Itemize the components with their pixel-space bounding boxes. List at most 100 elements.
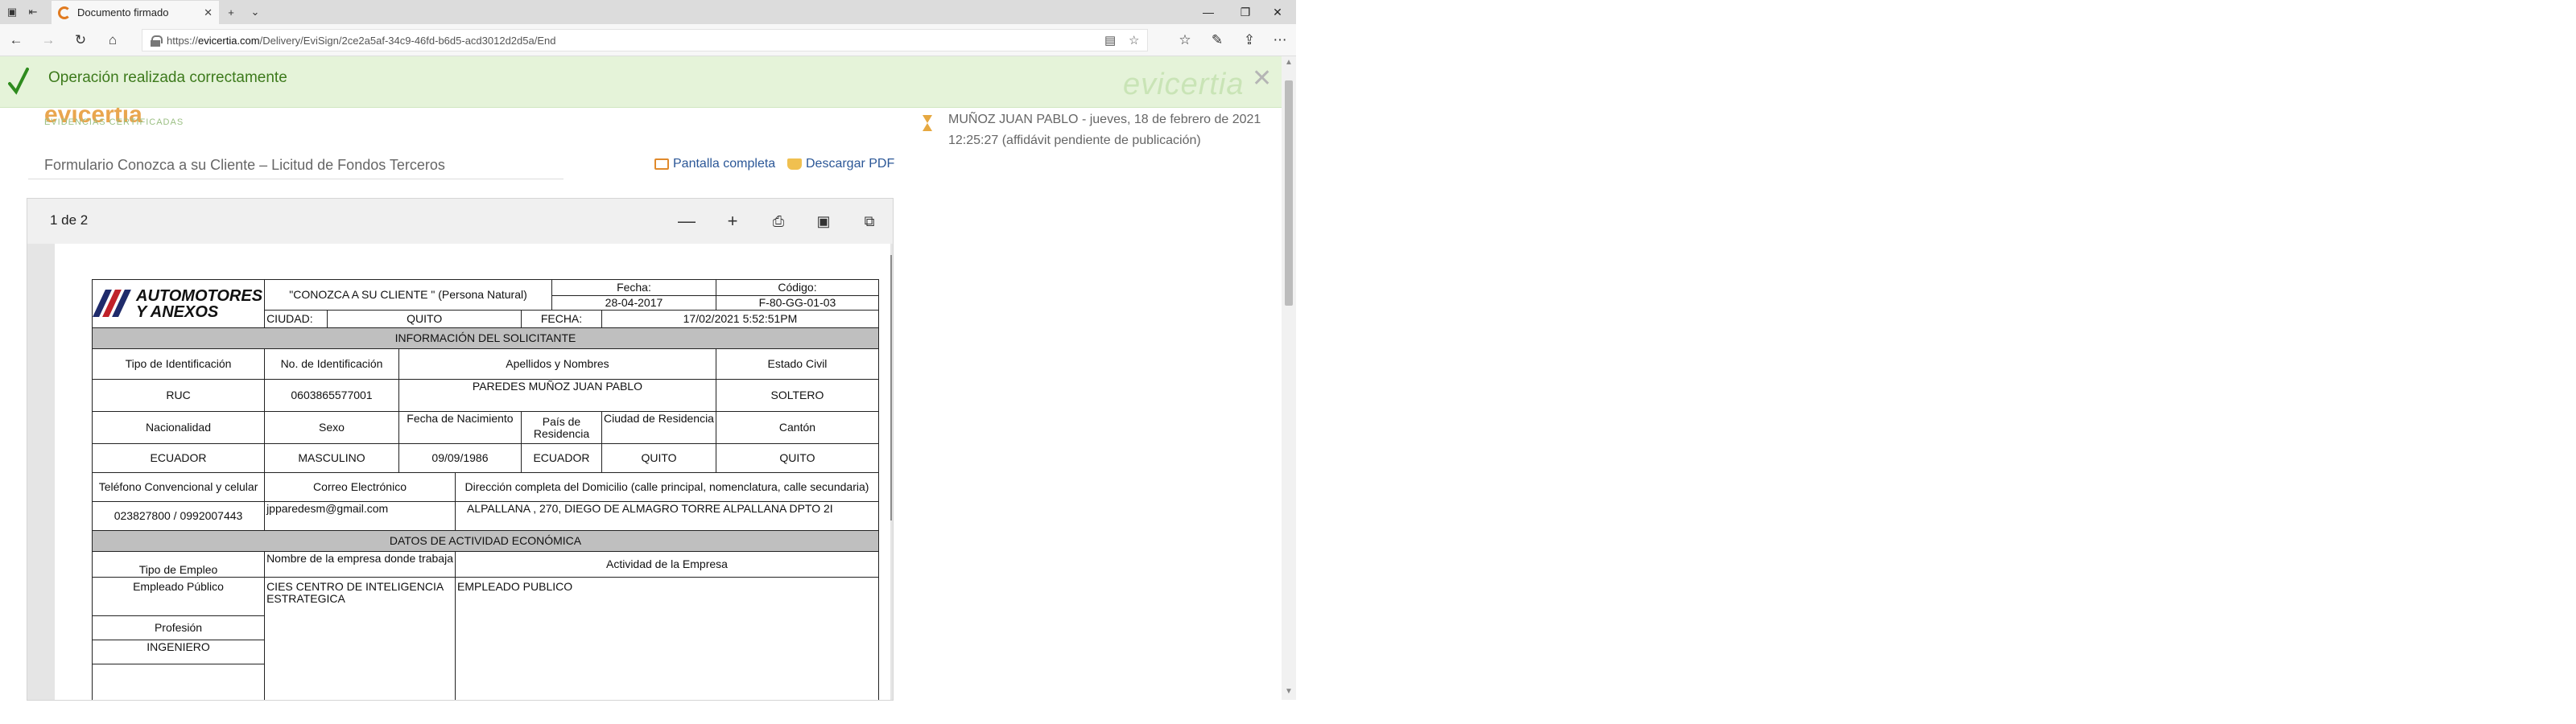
refresh-icon[interactable]: ↻ bbox=[66, 24, 95, 56]
pdf-toolbar: 1 de 2 — + ⎙ ▣ ⧉ bbox=[27, 199, 893, 244]
v-nacionalidad: ECUADOR bbox=[91, 443, 266, 473]
lock-icon bbox=[151, 35, 163, 47]
h-empresa: Nombre de la empresa donde trabaja bbox=[264, 551, 456, 578]
url-prefix: https:// bbox=[167, 34, 199, 47]
full-screen-link[interactable]: Pantalla completa bbox=[654, 157, 775, 171]
section-solicitante: INFORMACIÓN DEL SOLICITANTE bbox=[92, 327, 879, 349]
empty-cell bbox=[91, 664, 266, 700]
v-actividad: EMPLEADO PUBLICO bbox=[454, 577, 879, 700]
scrollbar-thumb[interactable] bbox=[1285, 80, 1293, 306]
reading-view-icon[interactable]: ▤ bbox=[1104, 33, 1116, 47]
more-menu-icon[interactable]: ⋯ bbox=[1265, 24, 1294, 56]
pen-notes-icon[interactable]: ✎ bbox=[1203, 24, 1232, 56]
h-sexo: Sexo bbox=[264, 411, 399, 444]
company-logo: AUTOMOTORES Y ANEXOS bbox=[91, 279, 266, 328]
save-icon[interactable]: ▣ bbox=[811, 208, 836, 234]
fecha2-label: FECHA: bbox=[520, 310, 602, 328]
v-pais-residencia: ECUADOR bbox=[520, 443, 602, 473]
h-nacionalidad: Nacionalidad bbox=[91, 411, 266, 444]
set-tabs-aside-icon[interactable]: ⇤ bbox=[24, 0, 42, 24]
h-tipo-empleo: Tipo de Empleo bbox=[91, 551, 266, 578]
full-screen-icon bbox=[654, 158, 669, 170]
full-screen-label: Pantalla completa bbox=[673, 157, 776, 171]
zoom-in-icon[interactable]: + bbox=[720, 208, 745, 234]
logo-stripes-icon bbox=[93, 289, 133, 319]
pdf-page: AUTOMOTORES Y ANEXOS "CONOZCA A SU CLIENT… bbox=[55, 244, 890, 700]
download-icon bbox=[787, 158, 802, 170]
h-nombres: Apellidos y Nombres bbox=[398, 348, 716, 380]
codigo-label: Código: bbox=[715, 279, 879, 296]
new-tab-icon[interactable]: + bbox=[222, 0, 240, 24]
checkmark-icon bbox=[8, 68, 29, 95]
url-path: /Delivery/EviSign/2ce2a5af-34c9-46fd-b6d… bbox=[259, 34, 556, 47]
h-tipo-id: Tipo de Identificación bbox=[91, 348, 266, 380]
tab-actions-icon[interactable]: ▣ bbox=[3, 0, 21, 24]
close-banner-icon[interactable]: ✕ bbox=[1252, 64, 1272, 93]
ciudad-label: CIUDAD: bbox=[264, 310, 328, 328]
client-form-table: AUTOMOTORES Y ANEXOS "CONOZCA A SU CLIENT… bbox=[91, 279, 879, 700]
title-bar: ▣ ⇤ Documento firmado ✕ + ⌄ — ❐ ✕ bbox=[0, 0, 1296, 24]
ciudad-value: QUITO bbox=[327, 310, 522, 328]
zoom-out-icon[interactable]: — bbox=[674, 208, 700, 234]
fecha-value: 28-04-2017 bbox=[551, 295, 716, 311]
share-icon[interactable]: ⇪ bbox=[1235, 24, 1264, 56]
h-correo: Correo Electrónico bbox=[264, 472, 456, 502]
browser-window: ▣ ⇤ Documento firmado ✕ + ⌄ — ❐ ✕ ← → ↻ … bbox=[0, 0, 1296, 724]
popout-icon[interactable]: ⧉ bbox=[857, 208, 882, 234]
success-message: Operación realizada correctamente bbox=[48, 69, 287, 86]
v-fecha-nacimiento: 09/09/1986 bbox=[398, 443, 522, 473]
codigo-value: F-80-GG-01-03 bbox=[715, 295, 879, 311]
download-pdf-link[interactable]: Descargar PDF bbox=[787, 157, 894, 171]
h-telefono: Teléfono Convencional y celular bbox=[91, 472, 266, 502]
document-title: Formulario Conozca a su Cliente – Licitu… bbox=[44, 157, 445, 173]
browser-tab[interactable]: Documento firmado ✕ bbox=[52, 1, 219, 24]
v-direccion: ALPALLANA , 270, DIEGO DE ALMAGRO TORRE … bbox=[454, 501, 879, 531]
tab-list-chevron-icon[interactable]: ⌄ bbox=[246, 0, 264, 24]
home-icon[interactable]: ⌂ bbox=[98, 24, 127, 56]
favorites-icon[interactable]: ☆ bbox=[1170, 24, 1199, 56]
forward-icon[interactable]: → bbox=[34, 24, 63, 56]
v-ciudad-residencia: QUITO bbox=[601, 443, 716, 473]
section-actividad: DATOS DE ACTIVIDAD ECONÓMICA bbox=[92, 530, 879, 552]
scroll-up-icon[interactable]: ▲ bbox=[1282, 58, 1296, 67]
close-tab-icon[interactable]: ✕ bbox=[204, 6, 213, 19]
favorite-star-icon[interactable]: ☆ bbox=[1129, 33, 1139, 47]
fecha2-value: 17/02/2021 5:52:51PM bbox=[601, 310, 879, 328]
url-domain: evicertia.com bbox=[198, 34, 260, 47]
v-nombres: PAREDES MUÑOZ JUAN PABLO bbox=[398, 379, 716, 412]
v-empresa: CIES CENTRO DE INTELIGENCIA ESTRATEGICA bbox=[264, 577, 456, 700]
scroll-down-icon[interactable]: ▼ bbox=[1282, 687, 1296, 696]
h-canton: Cantón bbox=[715, 411, 879, 444]
v-canton: QUITO bbox=[715, 443, 879, 473]
navigation-bar: ← → ↻ ⌂ https:// evicertia.com /Delivery… bbox=[0, 24, 1296, 56]
h-direccion: Dirección completa del Domicilio (calle … bbox=[454, 472, 879, 502]
v-sexo: MASCULINO bbox=[264, 443, 399, 473]
close-window-icon[interactable]: ✕ bbox=[1259, 0, 1296, 24]
page-scrollbar[interactable]: ▲ ▼ bbox=[1282, 56, 1296, 700]
v-tipo-id: RUC bbox=[91, 379, 266, 412]
download-label: Descargar PDF bbox=[806, 157, 895, 171]
signature-notice: MUÑOZ JUAN PABLO - jueves, 18 de febrero… bbox=[948, 113, 1261, 147]
h-estado-civil: Estado Civil bbox=[715, 348, 879, 380]
minimize-icon[interactable]: — bbox=[1190, 0, 1227, 24]
page-indicator: 1 de 2 bbox=[50, 212, 89, 228]
h-ciudad-residencia: Ciudad de Residencia bbox=[601, 411, 716, 444]
v-no-id: 0603865577001 bbox=[264, 379, 399, 412]
v-estado-civil: SOLTERO bbox=[715, 379, 879, 412]
h-no-id: No. de Identificación bbox=[264, 348, 399, 380]
success-banner: Operación realizada correctamente evicer… bbox=[0, 56, 1282, 108]
address-bar[interactable]: https:// evicertia.com /Delivery/EviSign… bbox=[142, 29, 1148, 51]
logo-subtitle: EVIDENCIAS CERTIFICADAS bbox=[44, 117, 184, 127]
tab-title: Documento firmado bbox=[77, 6, 169, 19]
fecha-label: Fecha: bbox=[551, 279, 716, 296]
pdf-viewer[interactable]: 1 de 2 — + ⎙ ▣ ⧉ AUTOMOTORES Y ANEXOS "C… bbox=[27, 198, 894, 701]
v-correo: jpparedesm@gmail.com bbox=[264, 501, 456, 531]
banner-watermark: evicertia bbox=[1123, 68, 1245, 101]
v-tipo-empleo: Empleado Público bbox=[91, 577, 266, 616]
h-profesion: Profesión bbox=[91, 615, 266, 640]
print-icon[interactable]: ⎙ bbox=[766, 208, 791, 234]
h-pais-residencia: País de Residencia bbox=[520, 411, 602, 444]
back-icon[interactable]: ← bbox=[2, 24, 31, 56]
v-telefono: 023827800 / 0992007443 bbox=[91, 501, 266, 531]
form-title: "CONOZCA A SU CLIENTE " (Persona Natural… bbox=[264, 279, 552, 311]
